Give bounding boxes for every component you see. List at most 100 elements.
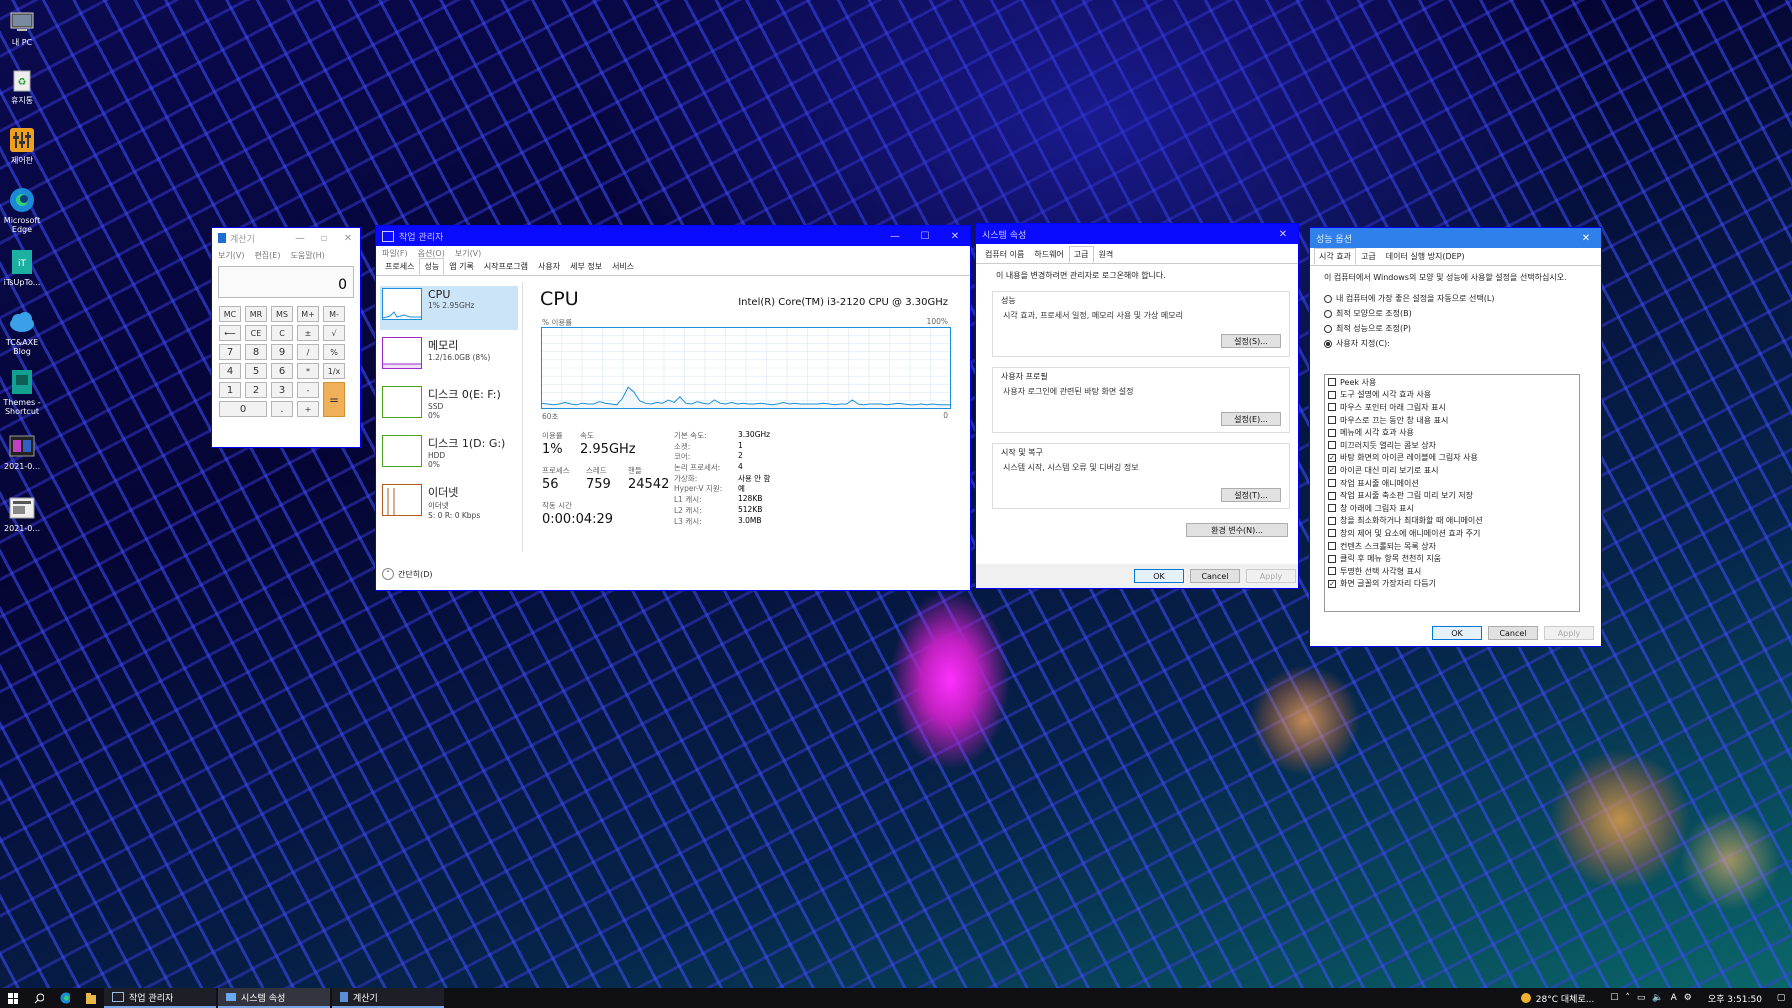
start-button[interactable]: [0, 988, 26, 1008]
task-manager-titlebar[interactable]: 작업 관리자 — ☐ ✕: [376, 226, 970, 246]
taskbar-file-explorer[interactable]: [78, 988, 104, 1008]
tab-performance[interactable]: 성능: [419, 258, 445, 275]
checkbox-item[interactable]: 컨텐츠 스크롤되는 목록 상자: [1328, 540, 1576, 553]
system-properties-titlebar[interactable]: 시스템 속성 ✕: [976, 224, 1298, 244]
taskbar-edge[interactable]: [52, 988, 78, 1008]
environment-variables-button[interactable]: 환경 변수(N)...: [1186, 523, 1288, 537]
desktop-icon-recycle-bin[interactable]: ♻ 휴지통: [2, 66, 42, 105]
key-minus[interactable]: -: [297, 382, 319, 398]
tab-processes[interactable]: 프로세스: [380, 258, 419, 275]
chevron-up-icon[interactable]: ˄: [1625, 993, 1630, 1003]
checkbox-item[interactable]: 작업 표시줄 애니메이션: [1328, 477, 1576, 490]
key-mminus[interactable]: M-: [323, 306, 345, 322]
checkbox-item[interactable]: ✓ 바탕 화면의 아이콘 레이블에 그림자 사용: [1328, 452, 1576, 465]
checkbox-item[interactable]: 미끄러지듯 열리는 콤보 상자: [1328, 439, 1576, 452]
perf-item-disk-0[interactable]: 디스크 0(E: F:) SSD 0%: [380, 384, 518, 428]
close-icon[interactable]: ✕: [1571, 233, 1601, 244]
cancel-button[interactable]: Cancel: [1488, 626, 1538, 640]
key-3[interactable]: 3: [271, 382, 293, 398]
close-icon[interactable]: ✕: [940, 231, 970, 242]
taskbar-app-calculator[interactable]: 계산기: [332, 988, 444, 1008]
tab-dep[interactable]: 데이터 실행 방지(DEP): [1381, 248, 1470, 265]
taskbar-app-task-manager[interactable]: 작업 관리자: [104, 988, 216, 1008]
key-divide[interactable]: /: [297, 344, 319, 360]
key-multiply[interactable]: *: [297, 363, 319, 379]
desktop-icon-my-pc[interactable]: 내 PC: [2, 8, 42, 47]
tab-services[interactable]: 서비스: [607, 258, 639, 275]
desktop-icon-control-panel[interactable]: 제어판: [2, 126, 42, 165]
checkbox-item[interactable]: 투명한 선택 사각형 표시: [1328, 565, 1576, 578]
tab-advanced[interactable]: 고급: [1068, 246, 1094, 263]
tab-visual-effects[interactable]: 시각 효과: [1314, 248, 1356, 265]
close-icon[interactable]: ✕: [1268, 229, 1298, 240]
apply-button[interactable]: Apply: [1246, 569, 1296, 583]
cancel-button[interactable]: Cancel: [1190, 569, 1240, 583]
key-mr[interactable]: MR: [245, 306, 267, 322]
checkbox-item[interactable]: 메뉴에 시각 효과 사용: [1328, 426, 1576, 439]
key-7[interactable]: 7: [219, 344, 241, 360]
perf-item-disk-1[interactable]: 디스크 1(D: G:) HDD 0%: [380, 433, 518, 477]
checkbox-item[interactable]: 창을 최소화하거나 최대화할 때 애니메이션: [1328, 515, 1576, 528]
checkbox-item[interactable]: 창의 제어 및 요소에 애니메이션 효과 주기: [1328, 527, 1576, 540]
menu-file[interactable]: 파일(F): [382, 248, 408, 259]
tab-remote[interactable]: 원격: [1094, 246, 1119, 263]
key-negate[interactable]: ±: [297, 325, 319, 341]
clock[interactable]: 오후 3:51:50: [1700, 988, 1770, 1008]
desktop-icon-blog[interactable]: TC&AXE Blog: [2, 308, 42, 356]
search-button[interactable]: [26, 988, 52, 1008]
key-2[interactable]: 2: [245, 382, 267, 398]
radio-best-appearance[interactable]: 최적 모양으로 조정(B): [1324, 306, 1601, 321]
checkbox-item[interactable]: 작업 표시줄 축소판 그림 미리 보기 저장: [1328, 489, 1576, 502]
key-ms[interactable]: MS: [271, 306, 293, 322]
menu-edit[interactable]: 편집(E): [254, 250, 280, 261]
checkbox-item[interactable]: ✓ 아이콘 대신 미리 보기로 표시: [1328, 464, 1576, 477]
minimize-icon[interactable]: —: [288, 233, 312, 244]
key-mplus[interactable]: M+: [297, 306, 319, 322]
tab-computer-name[interactable]: 컴퓨터 이름: [980, 246, 1029, 263]
key-reciprocal[interactable]: 1/x: [323, 363, 345, 379]
performance-options-titlebar[interactable]: 성능 옵션 ✕: [1310, 228, 1601, 248]
menu-view[interactable]: 보기(V): [455, 248, 481, 259]
checkbox-item[interactable]: 클릭 후 메뉴 항목 천천히 지움: [1328, 552, 1576, 565]
settings-icon[interactable]: ⚙: [1684, 993, 1692, 1003]
action-center-icon[interactable]: ▢: [1770, 988, 1792, 1008]
key-equals[interactable]: =: [323, 382, 345, 417]
tab-hardware[interactable]: 하드웨어: [1029, 246, 1068, 263]
key-1[interactable]: 1: [219, 382, 241, 398]
perf-item-memory[interactable]: 메모리 1.2/16.0GB (8%): [380, 335, 518, 379]
desktop-icon-file-2[interactable]: 2021-0...: [2, 494, 42, 533]
ime-icon[interactable]: A: [1671, 993, 1677, 1003]
ok-button[interactable]: OK: [1134, 569, 1184, 583]
fewer-details-link[interactable]: ˄ 간단히(D): [382, 568, 432, 580]
key-c[interactable]: C: [271, 325, 293, 341]
desktop-icon-themes[interactable]: Themes - Shortcut: [2, 368, 42, 416]
key-9[interactable]: 9: [271, 344, 293, 360]
taskbar-app-system-properties[interactable]: 시스템 속성: [218, 988, 330, 1008]
maximize-icon[interactable]: ▫: [312, 233, 336, 244]
key-backspace[interactable]: ⟵: [219, 325, 241, 341]
tab-advanced[interactable]: 고급: [1356, 248, 1381, 265]
network-icon[interactable]: ▭: [1637, 993, 1646, 1003]
key-plus[interactable]: +: [297, 401, 319, 417]
perf-item-cpu[interactable]: CPU 1% 2.95GHz: [380, 286, 518, 330]
notification-area-icon[interactable]: ☐: [1610, 993, 1618, 1003]
ok-button[interactable]: OK: [1432, 626, 1482, 640]
key-5[interactable]: 5: [245, 363, 267, 379]
menu-view[interactable]: 보기(V): [218, 250, 244, 261]
calculator-titlebar[interactable]: 계산기 — ▫ ✕: [212, 228, 360, 248]
key-decimal[interactable]: .: [271, 401, 293, 417]
tab-app-history[interactable]: 앱 기록: [444, 258, 479, 275]
key-percent[interactable]: %: [323, 344, 345, 360]
weather-widget[interactable]: 28°C 대체로...: [1513, 988, 1603, 1008]
key-ce[interactable]: CE: [245, 325, 267, 341]
user-profiles-settings-button[interactable]: 설정(E)...: [1221, 412, 1281, 426]
tab-details[interactable]: 세부 정보: [565, 258, 607, 275]
key-0[interactable]: 0: [219, 401, 267, 417]
tab-users[interactable]: 사용자: [533, 258, 565, 275]
radio-custom[interactable]: 사용자 지정(C):: [1324, 336, 1601, 351]
close-icon[interactable]: ✕: [336, 233, 360, 244]
volume-icon[interactable]: 🔈: [1652, 993, 1663, 1003]
desktop-icon-edge[interactable]: Microsoft Edge: [2, 186, 42, 234]
checkbox-item[interactable]: 마우스 포인터 아래 그림자 표시: [1328, 401, 1576, 414]
checkbox-item[interactable]: 마우스로 끄는 동안 창 내용 표시: [1328, 414, 1576, 427]
